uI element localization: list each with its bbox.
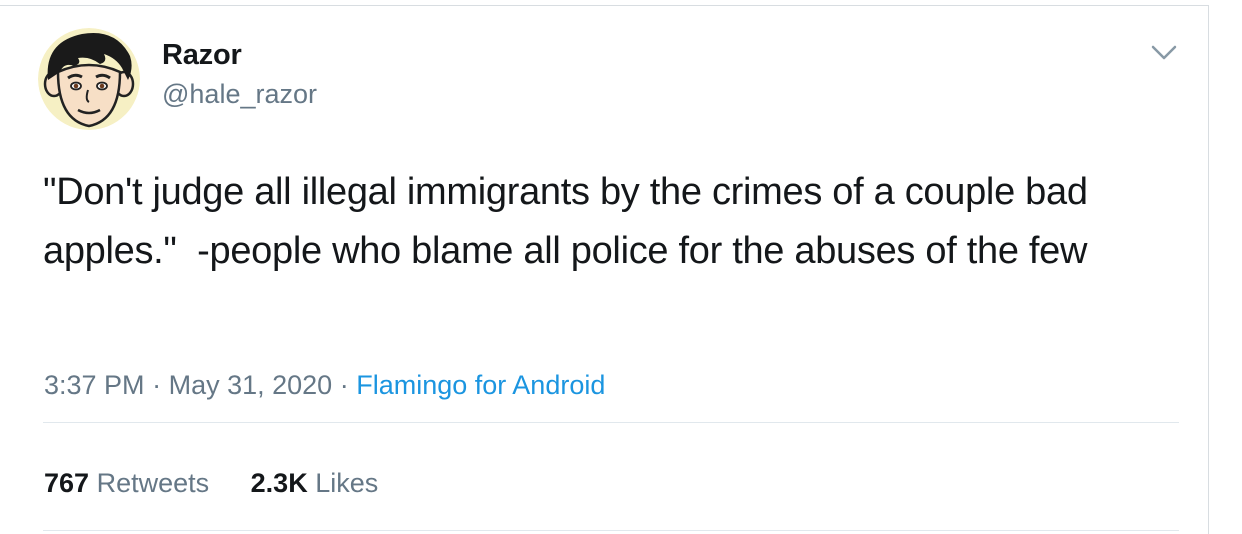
chevron-down-icon[interactable] — [1150, 42, 1178, 64]
user-handle[interactable]: @hale_razor — [162, 79, 317, 110]
retweets-label: Retweets — [96, 468, 210, 498]
cartoon-face-avatar-icon — [38, 28, 140, 130]
display-name[interactable]: Razor — [162, 39, 242, 72]
likes-stat[interactable]: 2.3K Likes — [251, 468, 379, 499]
avatar[interactable] — [38, 28, 140, 130]
tweet-date[interactable]: May 31, 2020 — [169, 370, 333, 400]
likes-count: 2.3K — [250, 468, 308, 498]
retweets-count: 767 — [44, 468, 90, 498]
divider — [43, 422, 1179, 423]
meta-separator: · — [152, 370, 162, 400]
meta-separator: · — [339, 370, 349, 400]
likes-label: Likes — [315, 468, 379, 498]
tweet-time[interactable]: 3:37 PM — [44, 370, 145, 400]
tweet-meta: 3:37 PM · May 31, 2020 · Flamingo for An… — [44, 370, 605, 401]
tweet-card: Razor @hale_razor "Don't judge all illeg… — [0, 5, 1209, 534]
tweet-text: "Don't judge all illegal immigrants by t… — [43, 171, 1098, 272]
tweet-source-link[interactable]: Flamingo for Android — [356, 370, 605, 400]
divider — [43, 530, 1179, 531]
tweet-stats: 767 Retweets 2.3K Likes — [44, 468, 412, 499]
retweets-stat[interactable]: 767 Retweets — [44, 468, 209, 499]
